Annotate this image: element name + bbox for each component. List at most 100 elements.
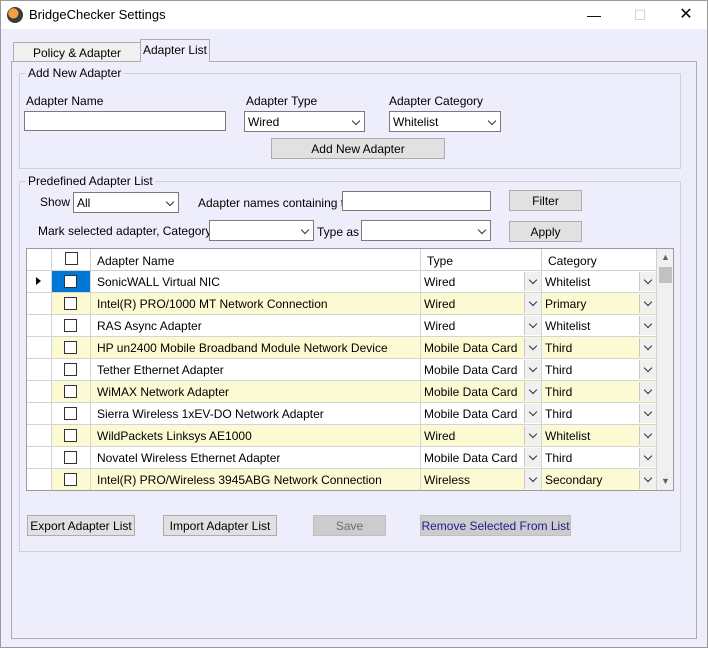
row-selector[interactable] (27, 403, 52, 424)
scroll-down-icon[interactable]: ▼ (657, 473, 673, 490)
type-dropdown-button[interactable] (524, 448, 541, 467)
table-row[interactable]: HP un2400 Mobile Broadband Module Networ… (27, 337, 657, 359)
row-selector[interactable] (27, 337, 52, 358)
type-cell-select[interactable]: Mobile Data Card (421, 403, 542, 424)
type-cell-select[interactable]: Wired (421, 315, 542, 336)
row-selector[interactable] (27, 425, 52, 446)
filter-button[interactable]: Filter (509, 190, 582, 211)
row-checkbox[interactable] (64, 275, 77, 288)
category-cell-select[interactable]: Primary (542, 293, 657, 314)
type-cell-select[interactable]: Mobile Data Card (421, 381, 542, 402)
table-row[interactable]: Tether Ethernet Adapter Mobile Data Card T… (27, 359, 657, 381)
category-cell-select[interactable]: Third (542, 381, 657, 402)
save-button[interactable]: Save (313, 515, 386, 536)
type-cell-select[interactable]: Wired (421, 271, 542, 292)
table-row[interactable]: RAS Async Adapter Wired Whitelist (27, 315, 657, 337)
category-dropdown-button[interactable] (639, 338, 656, 357)
category-cell-select[interactable]: Secondary (542, 469, 657, 490)
scroll-up-icon[interactable]: ▲ (657, 249, 673, 266)
type-dropdown-button[interactable] (524, 426, 541, 445)
type-cell-select[interactable]: Wired (421, 425, 542, 446)
adapter-name-input[interactable] (24, 111, 226, 131)
type-cell-select[interactable]: Wireless (421, 469, 542, 490)
table-row[interactable]: Intel(R) PRO/Wireless 3945ABG Network Co… (27, 469, 657, 490)
category-dropdown-button[interactable] (639, 382, 656, 401)
category-cell-select[interactable]: Third (542, 337, 657, 358)
maximize-button[interactable]: ☐ (617, 1, 663, 29)
type-dropdown-button[interactable] (524, 294, 541, 313)
row-selector[interactable] (27, 315, 52, 336)
column-header-type[interactable]: Type (421, 249, 542, 271)
category-cell-select[interactable]: Whitelist (542, 425, 657, 446)
type-cell-select[interactable]: Mobile Data Card (421, 447, 542, 468)
category-dropdown-button[interactable] (639, 272, 656, 291)
type-cell-select[interactable]: Mobile Data Card (421, 359, 542, 380)
category-dropdown-button[interactable] (639, 294, 656, 313)
category-cell-select[interactable]: Third (542, 447, 657, 468)
close-button[interactable]: ✕ (663, 1, 708, 29)
type-dropdown-button[interactable] (524, 338, 541, 357)
row-checkbox[interactable] (64, 407, 77, 420)
category-cell-select[interactable]: Third (542, 403, 657, 424)
row-selector[interactable] (27, 381, 52, 402)
show-select[interactable]: All (73, 192, 179, 213)
row-checkbox[interactable] (64, 363, 77, 376)
adapter-grid[interactable]: Adapter Name Type Category SonicWALL Vir… (26, 248, 674, 491)
scroll-thumb[interactable] (659, 267, 672, 283)
adapter-name-cell[interactable]: RAS Async Adapter (91, 315, 421, 336)
category-dropdown-button[interactable] (639, 470, 656, 489)
row-selector[interactable] (27, 271, 52, 292)
table-row[interactable]: Intel(R) PRO/1000 MT Network Connection W… (27, 293, 657, 315)
apply-button[interactable]: Apply (509, 221, 582, 242)
row-selector[interactable] (27, 359, 52, 380)
adapter-name-cell[interactable]: Intel(R) PRO/1000 MT Network Connection (91, 293, 421, 314)
table-row[interactable]: SonicWALL Virtual NIC Wired Whitelist (27, 271, 657, 293)
category-dropdown-button[interactable] (639, 426, 656, 445)
add-new-adapter-button[interactable]: Add New Adapter (271, 138, 445, 159)
row-checkbox[interactable] (64, 429, 77, 442)
minimize-button[interactable]: — (571, 1, 617, 29)
row-selector[interactable] (27, 447, 52, 468)
type-dropdown-button[interactable] (524, 470, 541, 489)
adapter-name-cell[interactable]: SonicWALL Virtual NIC (91, 271, 421, 292)
type-dropdown-button[interactable] (524, 360, 541, 379)
adapter-category-select[interactable]: Whitelist (389, 111, 501, 132)
table-row[interactable]: WildPackets Linksys AE1000 Wired Whitelist (27, 425, 657, 447)
column-header-adapter-name[interactable]: Adapter Name (91, 249, 421, 271)
category-cell-select[interactable]: Whitelist (542, 271, 657, 292)
select-all-checkbox[interactable] (65, 252, 78, 265)
import-adapter-list-button[interactable]: Import Adapter List (163, 515, 277, 536)
category-dropdown-button[interactable] (639, 360, 656, 379)
tab-policy-adapter-settings[interactable]: Policy & Adapter Settings (13, 42, 141, 74)
type-cell-select[interactable]: Wired (421, 293, 542, 314)
row-checkbox[interactable] (64, 473, 77, 486)
column-header-category[interactable]: Category (542, 249, 657, 271)
table-row[interactable]: Sierra Wireless 1xEV-DO Network Adapter M… (27, 403, 657, 425)
row-checkbox[interactable] (64, 451, 77, 464)
mark-category-select[interactable] (209, 220, 314, 241)
adapter-name-cell[interactable]: WiMAX Network Adapter (91, 381, 421, 402)
adapter-name-cell[interactable]: Tether Ethernet Adapter (91, 359, 421, 380)
type-dropdown-button[interactable] (524, 316, 541, 335)
category-cell-select[interactable]: Whitelist (542, 315, 657, 336)
adapter-name-cell[interactable]: Novatel Wireless Ethernet Adapter (91, 447, 421, 468)
type-as-select[interactable] (361, 220, 491, 241)
contains-text-input[interactable] (342, 191, 491, 211)
row-checkbox[interactable] (64, 319, 77, 332)
row-checkbox[interactable] (64, 297, 77, 310)
adapter-name-cell[interactable]: Intel(R) PRO/Wireless 3945ABG Network Co… (91, 469, 421, 490)
type-dropdown-button[interactable] (524, 382, 541, 401)
category-dropdown-button[interactable] (639, 316, 656, 335)
type-cell-select[interactable]: Mobile Data Card (421, 337, 542, 358)
category-dropdown-button[interactable] (639, 404, 656, 423)
table-row[interactable]: WiMAX Network Adapter Mobile Data Card Thi… (27, 381, 657, 403)
adapter-name-cell[interactable]: Sierra Wireless 1xEV-DO Network Adapter (91, 403, 421, 424)
adapter-name-cell[interactable]: WildPackets Linksys AE1000 (91, 425, 421, 446)
row-checkbox[interactable] (64, 385, 77, 398)
tab-adapter-list[interactable]: Adapter List (140, 39, 210, 62)
category-cell-select[interactable]: Third (542, 359, 657, 380)
type-dropdown-button[interactable] (524, 272, 541, 291)
row-selector[interactable] (27, 293, 52, 314)
category-dropdown-button[interactable] (639, 448, 656, 467)
row-selector[interactable] (27, 469, 52, 490)
